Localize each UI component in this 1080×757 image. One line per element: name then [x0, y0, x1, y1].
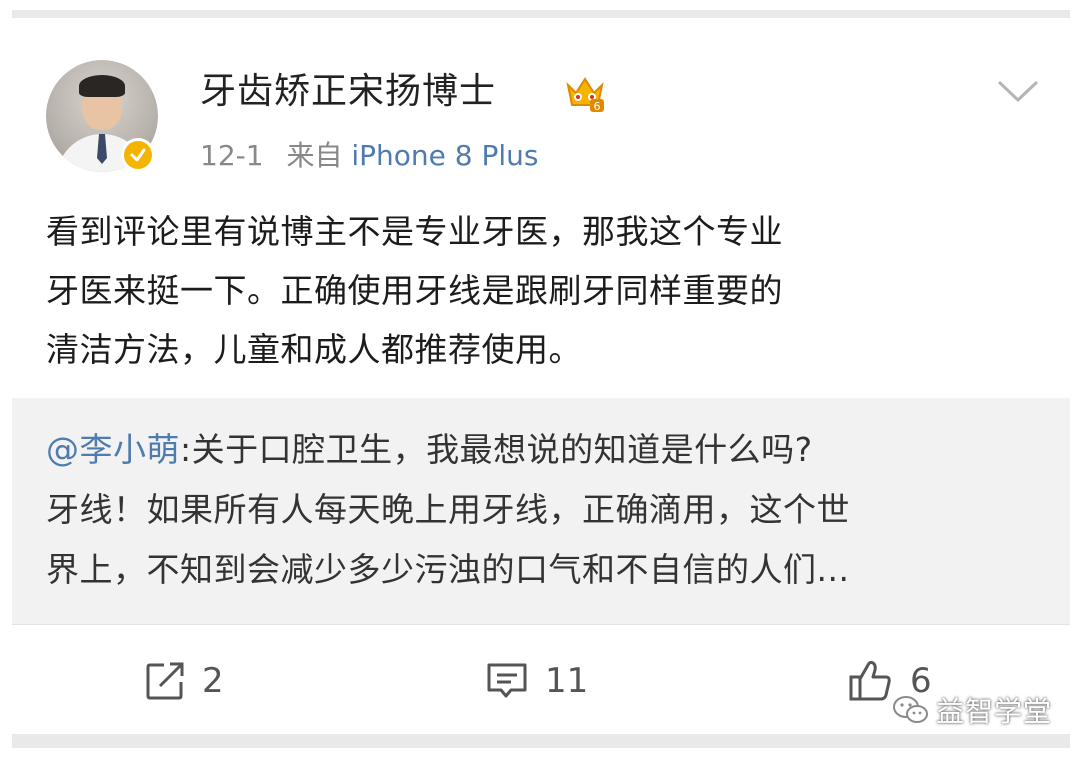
post-date: 12-1 [200, 139, 264, 172]
watermark: 益智学堂 [892, 690, 1052, 730]
svg-text:6: 6 [594, 100, 601, 113]
quoted-post-text[interactable]: @李小萌:关于口腔卫生，我最想说的知道是什么吗? 牙线！如果所有人每天晚上用牙线… [46, 420, 1046, 600]
chevron-down-icon[interactable] [996, 78, 1040, 104]
thumbs-up-icon [849, 660, 891, 701]
post-body-line: 清洁方法，儿童和成人都推荐使用。 [46, 330, 582, 369]
post-meta: 12-1 来自 iPhone 8 Plus [200, 136, 539, 176]
wechat-icon [893, 696, 928, 723]
quoted-post-line-text: :关于口腔卫生，我最想说的知道是什么吗? [180, 430, 813, 469]
divider [12, 624, 1070, 625]
post-body: 看到评论里有说博主不是专业牙医，那我这个专业 牙医来挺一下。正确使用牙线是跟刷牙… [46, 202, 1036, 379]
share-icon [146, 662, 184, 700]
verified-badge-icon [121, 138, 155, 172]
quoted-post-line: 界上，不知到会减少多少污浊的口气和不自信的人们... [46, 550, 850, 589]
mention-link[interactable]: @李小萌 [46, 430, 180, 469]
top-separator [12, 10, 1070, 18]
repost-count: 2 [202, 661, 224, 701]
quoted-post-line: 牙线！如果所有人每天晚上用牙线，正确滴用，这个世 [46, 490, 850, 529]
source-prefix: 来自 [286, 139, 343, 172]
repost-button[interactable]: 2 [144, 656, 224, 706]
username[interactable]: 牙齿矫正宋扬博士 [200, 70, 496, 114]
bottom-separator [12, 734, 1070, 748]
watermark-text: 益智学堂 [936, 695, 1053, 728]
source-device-link[interactable]: iPhone 8 Plus [351, 139, 538, 172]
comment-count: 11 [545, 661, 589, 701]
avatar-hair [79, 75, 125, 97]
comment-icon [487, 663, 527, 698]
comment-button[interactable]: 11 [485, 656, 588, 706]
quoted-post-line: @李小萌:关于口腔卫生，我最想说的知道是什么吗? [46, 420, 1046, 480]
post-body-line: 牙医来挺一下。正确使用牙线是跟刷牙同样重要的 [46, 271, 783, 310]
crown-level-icon[interactable]: 6 [564, 73, 606, 113]
post-body-line: 看到评论里有说博主不是专业牙医，那我这个专业 [46, 212, 783, 251]
